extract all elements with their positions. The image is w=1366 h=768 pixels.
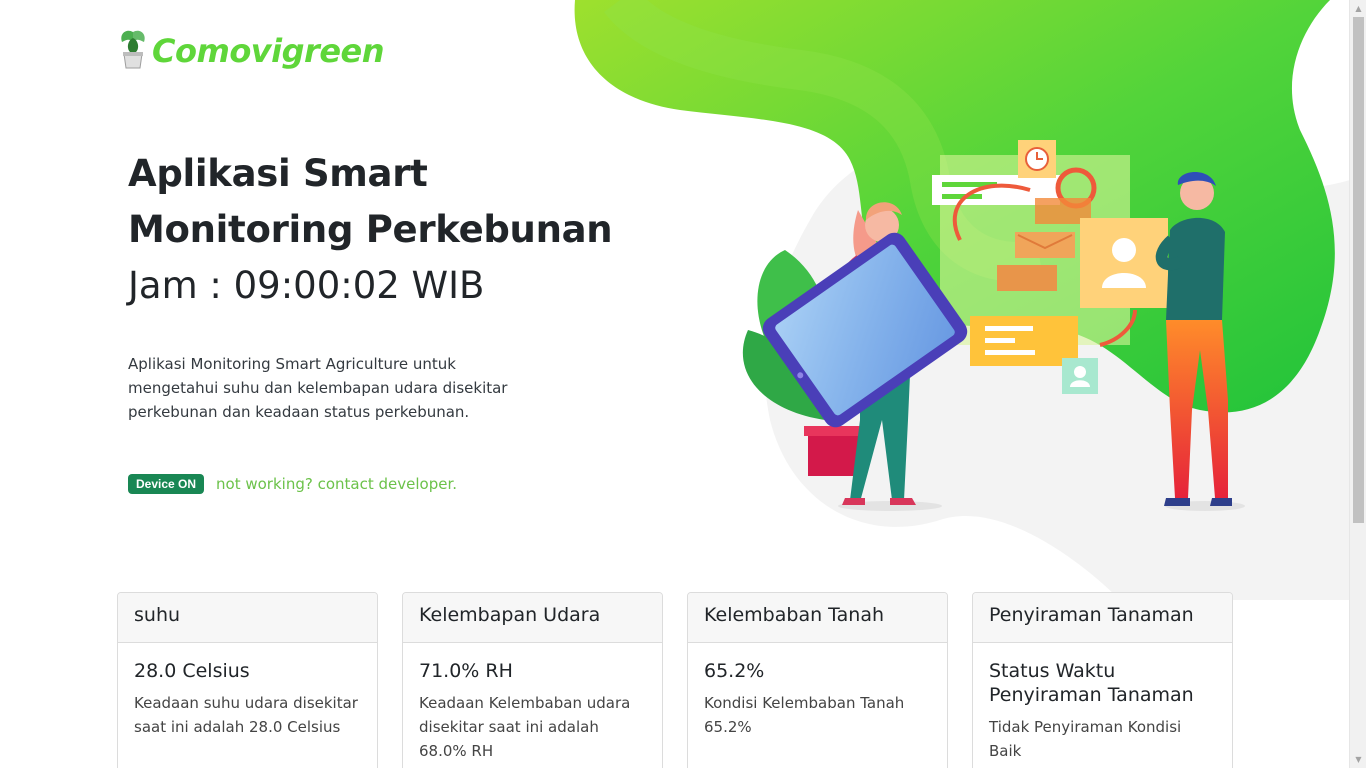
potted-plant-icon bbox=[116, 28, 150, 74]
hero-illustration bbox=[574, 0, 1350, 600]
sensor-cards: suhu 28.0 Celsius Keadaan suhu udara dis… bbox=[117, 592, 1233, 768]
brand-logo[interactable]: Comovigreen bbox=[116, 28, 385, 74]
scroll-down-arrow-icon[interactable]: ▼ bbox=[1350, 751, 1366, 768]
clock-display: Jam : 09:00:02 WIB bbox=[128, 264, 485, 307]
temperature-card: suhu 28.0 Celsius Keadaan suhu udara dis… bbox=[117, 592, 378, 768]
scroll-up-arrow-icon[interactable]: ▲ bbox=[1350, 0, 1366, 17]
device-status-row: Device ON not working? contact developer… bbox=[128, 474, 457, 494]
title-line-1: Aplikasi Smart bbox=[128, 152, 428, 195]
card-text: Tidak Penyiraman Kondisi Baik bbox=[989, 718, 1182, 760]
soil-moisture-card: Kelembaban Tanah 65.2% Kondisi Kelembaba… bbox=[687, 592, 948, 768]
contact-developer-link[interactable]: not working? contact developer. bbox=[216, 475, 457, 493]
page-scrollbar[interactable]: ▲ ▼ bbox=[1349, 0, 1366, 768]
hero-heading: Aplikasi Smart Monitoring Perkebunan Jam… bbox=[128, 146, 648, 314]
air-humidity-card: Kelembapan Udara 71.0% RH Keadaan Kelemb… bbox=[402, 592, 663, 768]
card-header: Kelembaban Tanah bbox=[688, 593, 947, 643]
title-line-2: Monitoring Perkebunan bbox=[128, 208, 613, 251]
device-status-badge: Device ON bbox=[128, 474, 205, 494]
card-text: Kondisi Kelembaban Tanah 65.2% bbox=[704, 694, 905, 736]
hero-description: Aplikasi Monitoring Smart Agriculture un… bbox=[128, 355, 508, 421]
brand-name: Comovigreen bbox=[152, 32, 385, 70]
card-text: Keadaan Kelembaban udara disekitar saat … bbox=[419, 694, 631, 760]
card-value: 65.2% bbox=[704, 660, 765, 682]
card-header: Penyiraman Tanaman bbox=[973, 593, 1232, 643]
scroll-thumb[interactable] bbox=[1353, 17, 1364, 523]
watering-card: Penyiraman Tanaman Status Waktu Penyiram… bbox=[972, 592, 1233, 768]
card-value: 28.0 Celsius bbox=[134, 660, 250, 682]
card-value: Status Waktu Penyiraman Tanaman bbox=[989, 660, 1194, 706]
card-header: Kelembapan Udara bbox=[403, 593, 662, 643]
card-header: suhu bbox=[118, 593, 377, 643]
card-text: Keadaan suhu udara disekitar saat ini ad… bbox=[134, 694, 358, 736]
card-value: 71.0% RH bbox=[419, 660, 513, 682]
